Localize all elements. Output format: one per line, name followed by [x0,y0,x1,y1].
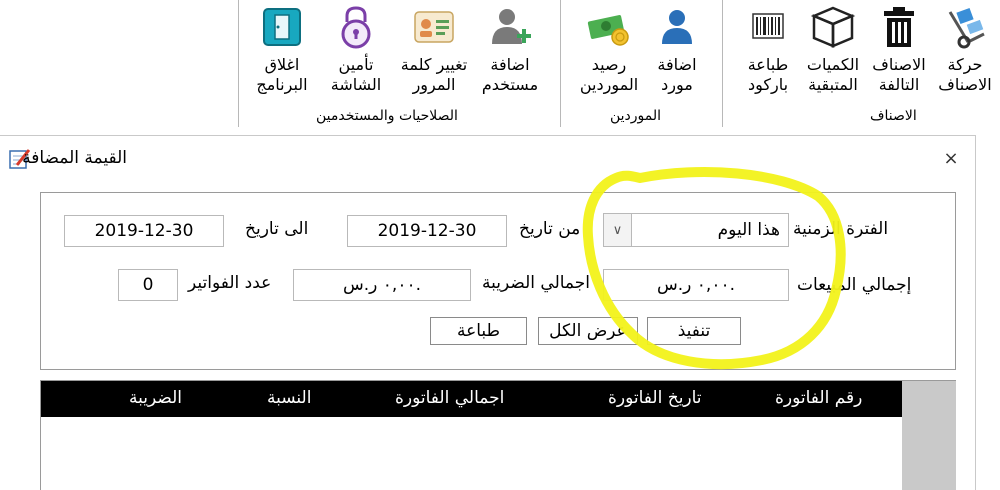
ribbon-separator [560,0,561,127]
ribbon-toolbar: حركة الاصناف الاصناف التالفة الكميات الم… [0,0,1000,135]
chevron-down-icon[interactable]: ∨ [604,214,632,246]
invoices-table: رقم الفاتورة تاريخ الفاتورة اجمالي الفات… [40,380,956,490]
change-password-button[interactable]: تغيير كلمة المرور [396,0,472,100]
damaged-items-label-2: التالفة [878,75,920,94]
items-group-label: الاصناف [870,108,917,124]
money-icon [586,4,632,50]
print-barcode-label-2: باركود [747,75,789,94]
users-group-label: الصلاحيات والمستخدمين [316,108,458,124]
vat-dialog: القيمة المضافة × الفترة الزمنية ∨ هذا ال… [0,135,976,490]
from-date-input[interactable]: 2019-12-30 [347,215,507,247]
column-header-invoice-number[interactable]: رقم الفاتورة [775,388,862,408]
total-tax-field: ٠,٠٠ ر.س. [293,269,471,301]
add-user-icon [487,4,533,50]
add-supplier-label-1: اضافة [657,55,697,74]
damaged-items-label-1: الاصناف [872,55,926,74]
close-program-label-1: اغلاق [264,55,300,74]
suppliers-balance-button[interactable]: رصيد الموردين [572,0,646,100]
print-button[interactable]: طباعة [430,317,527,345]
total-sales-field: ٠,٠٠ ر.س. [603,269,789,301]
column-header-tax[interactable]: الضريبة [129,388,182,408]
total-sales-label: إجمالي المبيعات [797,275,912,295]
remaining-quantities-label-1: الكميات [806,55,860,74]
column-header-invoice-total[interactable]: اجمالي الفاتورة [395,388,504,408]
items-movement-button[interactable]: حركة الاصناف [932,0,998,100]
trash-icon [876,4,922,50]
execute-button[interactable]: تنفيذ [647,317,741,345]
add-user-label-1: اضافة [490,55,530,74]
suppliers-balance-label-1: رصيد [591,55,627,74]
period-selected-value: هذا اليوم [717,220,780,240]
person-icon [654,4,700,50]
lock-screen-label-2: الشاشة [330,75,382,94]
id-card-icon [411,4,457,50]
box-icon [810,4,856,50]
items-movement-label-1: حركة [947,55,983,74]
period-label: الفترة الزمنية [793,219,889,239]
suppliers-balance-label-2: الموردين [579,75,639,94]
from-date-label: من تاريخ [519,219,581,239]
close-button[interactable]: × [938,146,964,172]
damaged-items-button[interactable]: الاصناف التالفة [866,0,932,100]
filter-panel: الفترة الزمنية ∨ هذا اليوم من تاريخ 2019… [40,192,956,370]
add-user-button[interactable]: اضافة مستخدم [472,0,548,100]
ribbon-separator [722,0,723,127]
lock-screen-button[interactable]: تأمين الشاشة [316,0,396,100]
to-date-input[interactable]: 2019-12-30 [64,215,224,247]
remaining-quantities-button[interactable]: الكميات المتبقية [798,0,868,100]
add-user-label-2: مستخدم [481,75,539,94]
invoice-count-label: عدد الفواتير [188,273,272,293]
total-tax-label: اجمالي الضريبة [482,273,590,293]
lock-screen-label-1: تأمين [338,55,374,74]
close-program-button[interactable]: اغلاق البرنامج [248,0,316,100]
barcode-icon [745,4,791,50]
padlock-icon [333,4,379,50]
add-supplier-label-2: مورد [661,75,693,94]
suppliers-group-label: الموردين [610,108,662,124]
change-password-label-1: تغيير كلمة [400,55,468,74]
add-supplier-button[interactable]: اضافة مورد [646,0,708,100]
hand-truck-icon [942,4,988,50]
invoice-count-field: 0 [118,269,178,301]
ribbon-separator [238,0,239,127]
remaining-quantities-label-2: المتبقية [808,75,858,94]
print-barcode-button[interactable]: طباعة باركود [738,0,798,100]
exit-door-icon [259,4,305,50]
vertical-scrollbar[interactable] [902,381,956,490]
period-dropdown[interactable]: ∨ هذا اليوم [603,213,789,247]
table-header: رقم الفاتورة تاريخ الفاتورة اجمالي الفات… [41,381,902,417]
close-program-label-2: البرنامج [256,75,308,94]
to-date-label: الى تاريخ [245,219,309,239]
show-all-button[interactable]: عرض الكل [538,317,638,345]
column-header-rate[interactable]: النسبة [267,388,311,408]
dialog-title: القيمة المضافة [22,148,127,168]
items-movement-label-2: الاصناف [938,75,992,94]
column-header-invoice-date[interactable]: تاريخ الفاتورة [608,388,702,408]
change-password-label-2: المرور [412,75,456,94]
print-barcode-label-1: طباعة [747,55,789,74]
